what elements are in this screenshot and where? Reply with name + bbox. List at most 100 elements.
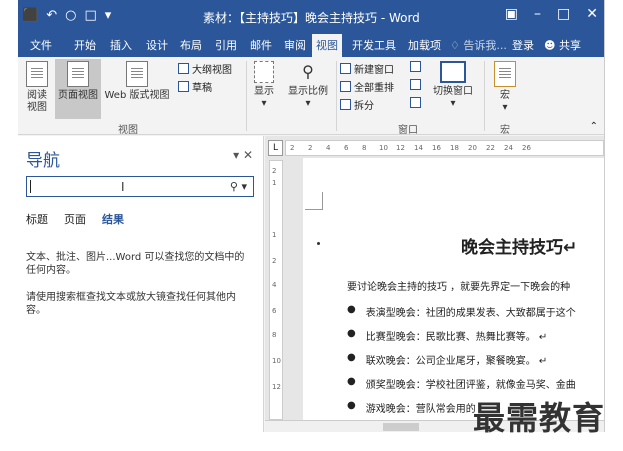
tab-review[interactable]: 审阅 bbox=[280, 34, 310, 57]
new-window-button[interactable]: 新建窗口 bbox=[340, 61, 394, 76]
tab-addins[interactable]: 加载项 bbox=[404, 34, 445, 57]
undo-icon[interactable]: ↶ bbox=[46, 8, 57, 23]
chevron-down-icon[interactable]: ▾ bbox=[233, 148, 239, 162]
ruler-tick: 20 bbox=[468, 144, 477, 152]
sync-scroll-icon[interactable] bbox=[410, 79, 421, 90]
paragraph-dot bbox=[317, 242, 320, 245]
read-mode-button[interactable]: 阅读 视图 bbox=[22, 61, 52, 114]
side-by-side-icon[interactable] bbox=[410, 61, 421, 72]
tab-references[interactable]: 引用 bbox=[211, 34, 241, 57]
list-item: ● 表演型晚会：社团的成果发表、大致都属于这个 bbox=[347, 304, 576, 319]
word-window: ⬛ ↶ ○ □ ▾ 素材：【主持技巧】晚会主持技巧 - Word ▣ – □ ✕… bbox=[18, 0, 605, 432]
new-window-icon bbox=[340, 63, 351, 74]
ruler-tick: 6 bbox=[272, 307, 277, 315]
list-item-text: 表演型晚会：社团的成果发表、大致都属于这个 bbox=[365, 308, 576, 319]
tab-developer[interactable]: 开发工具 bbox=[348, 34, 400, 57]
login-link[interactable]: 登录 bbox=[512, 34, 534, 57]
nav-message-1: 文本、批注、图片...Word 可以查找您的文档中的任何内容。 bbox=[26, 252, 245, 276]
ribbon-display-options-icon[interactable]: ▣ bbox=[505, 6, 518, 22]
nav-search-box[interactable]: I ⚲ ▾ bbox=[26, 176, 254, 197]
list-item: ● 游戏晚会：营队常会用的 bbox=[347, 400, 476, 415]
document-page[interactable]: 晚会主持技巧↵ 要讨论晚会主持的技巧 ，就要先界定一下晚会的种 ● 表演型晚会：社… bbox=[303, 158, 604, 420]
list-item-text: 比赛型晚会：民歌比赛、热舞比赛等。 ↵ bbox=[365, 332, 548, 343]
close-button[interactable]: ✕ bbox=[586, 6, 598, 22]
navigation-pane: 导航 ▾ ✕ I ⚲ ▾ 标题 页面 结果 文本、批注、图片...Word 可以… bbox=[18, 136, 264, 432]
tab-layout[interactable]: 布局 bbox=[176, 34, 206, 57]
ruler-tick: 1 bbox=[272, 231, 277, 239]
redo-icon[interactable]: ○ bbox=[65, 8, 76, 23]
ribbon-view: 阅读 视图 页面视图 Web 版式视图 大纲视图 草稿 视图 显示 ▾ ⚲ 显示比… bbox=[18, 57, 604, 136]
save-icon[interactable]: ⬛ bbox=[22, 8, 38, 23]
split-label: 拆分 bbox=[354, 101, 374, 112]
zoom-button[interactable]: ⚲ 显示比例 ▾ bbox=[282, 61, 334, 110]
macros-icon bbox=[494, 61, 516, 87]
group-window-label: 窗口 bbox=[398, 125, 418, 136]
window-title: 素材：【主持技巧】晚会主持技巧 - Word bbox=[203, 11, 420, 25]
tab-insert[interactable]: 插入 bbox=[106, 34, 136, 57]
web-layout-button[interactable]: Web 版式视图 bbox=[102, 61, 172, 102]
bullet-icon: ● bbox=[347, 376, 356, 387]
watermark-text: 最需教育 bbox=[473, 399, 606, 437]
tab-view[interactable]: 视图 bbox=[312, 34, 342, 57]
horizontal-ruler[interactable]: 2 2 4 6 8 10 12 14 16 18 20 22 24 26 bbox=[285, 140, 604, 156]
reset-position-icon[interactable] bbox=[410, 97, 421, 108]
window-controls: ▣ – □ ✕ bbox=[505, 6, 598, 22]
close-icon[interactable]: ✕ bbox=[243, 148, 253, 162]
macros-label: 宏 bbox=[500, 90, 510, 101]
print-layout-label: 页面视图 bbox=[58, 90, 98, 101]
split-button[interactable]: 拆分 bbox=[340, 97, 374, 112]
ruler-tick: 12 bbox=[396, 144, 405, 152]
tab-file[interactable]: 文件 bbox=[26, 34, 56, 57]
ribbon-tabs: 文件 开始 插入 设计 布局 引用 邮件 审阅 视图 开发工具 加载项 ♢ 告诉… bbox=[18, 34, 604, 57]
ruler-tick: 2 bbox=[308, 144, 313, 152]
arrange-all-icon bbox=[340, 81, 351, 92]
list-item: ● 颁奖型晚会：学校社团评鉴，就像金马奖、金曲 bbox=[347, 376, 576, 391]
vertical-ruler[interactable]: 2 1 1 2 4 6 8 10 12 bbox=[269, 160, 283, 420]
read-mode-icon bbox=[26, 61, 48, 87]
outline-label: 大纲视图 bbox=[192, 65, 232, 76]
document-area: L 2 2 4 6 8 10 12 14 16 18 20 22 24 26 2… bbox=[265, 136, 604, 432]
ruler-tick: 2 bbox=[272, 257, 277, 265]
tab-results[interactable]: 结果 bbox=[102, 211, 124, 227]
tab-home[interactable]: 开始 bbox=[70, 34, 100, 57]
ruler-tick: 2 bbox=[290, 144, 295, 152]
ruler-tick: 10 bbox=[379, 144, 388, 152]
chevron-down-icon: ▾ bbox=[261, 98, 267, 109]
chevron-down-icon: ▾ bbox=[450, 98, 456, 109]
ruler-tick: 14 bbox=[414, 144, 423, 152]
tab-pages[interactable]: 页面 bbox=[64, 211, 86, 227]
group-views-label: 视图 bbox=[118, 125, 138, 136]
arrange-all-button[interactable]: 全部重排 bbox=[340, 79, 394, 94]
collapse-ribbon-icon[interactable]: ⌃ bbox=[590, 121, 598, 132]
show-button[interactable]: 显示 ▾ bbox=[250, 61, 278, 110]
share-button[interactable]: ☻ 共享 bbox=[544, 34, 581, 57]
switch-window-button[interactable]: 切换窗口 ▾ bbox=[428, 61, 478, 110]
minimize-button[interactable]: – bbox=[534, 6, 541, 22]
ribbon-divider bbox=[246, 61, 247, 131]
ruler-tick: 2 bbox=[272, 167, 277, 175]
tab-design[interactable]: 设计 bbox=[142, 34, 172, 57]
person-icon: ☻ bbox=[544, 39, 556, 52]
ruler-tick: 16 bbox=[432, 144, 441, 152]
print-layout-button[interactable]: 页面视图 bbox=[55, 59, 101, 119]
new-window-label: 新建窗口 bbox=[354, 65, 394, 76]
customize-qat-icon[interactable]: ▾ bbox=[105, 8, 112, 23]
tab-selector[interactable]: L bbox=[268, 140, 283, 156]
list-item-text: 游戏晚会：营队常会用的 bbox=[365, 404, 476, 415]
tab-mailings[interactable]: 邮件 bbox=[246, 34, 276, 57]
margin-corner-mark bbox=[305, 192, 323, 210]
zoom-label: 显示比例 bbox=[288, 86, 328, 97]
maximize-button[interactable]: □ bbox=[557, 6, 570, 22]
ruler-tick: 24 bbox=[504, 144, 513, 152]
scroll-thumb[interactable] bbox=[383, 423, 419, 431]
tab-headings[interactable]: 标题 bbox=[26, 211, 48, 227]
draft-button[interactable]: 草稿 bbox=[178, 79, 212, 94]
search-icon[interactable]: ⚲ ▾ bbox=[230, 180, 247, 193]
outline-button[interactable]: 大纲视图 bbox=[178, 61, 232, 76]
ruler-tick: 26 bbox=[522, 144, 531, 152]
macros-button[interactable]: 宏 ▾ bbox=[490, 61, 520, 114]
document-intro: 要讨论晚会主持的技巧 ，就要先界定一下晚会的种 bbox=[347, 282, 571, 293]
tell-me-search[interactable]: ♢ 告诉我... bbox=[450, 34, 507, 57]
ruler-tick: 18 bbox=[450, 144, 459, 152]
print-preview-icon[interactable]: □ bbox=[84, 8, 96, 23]
